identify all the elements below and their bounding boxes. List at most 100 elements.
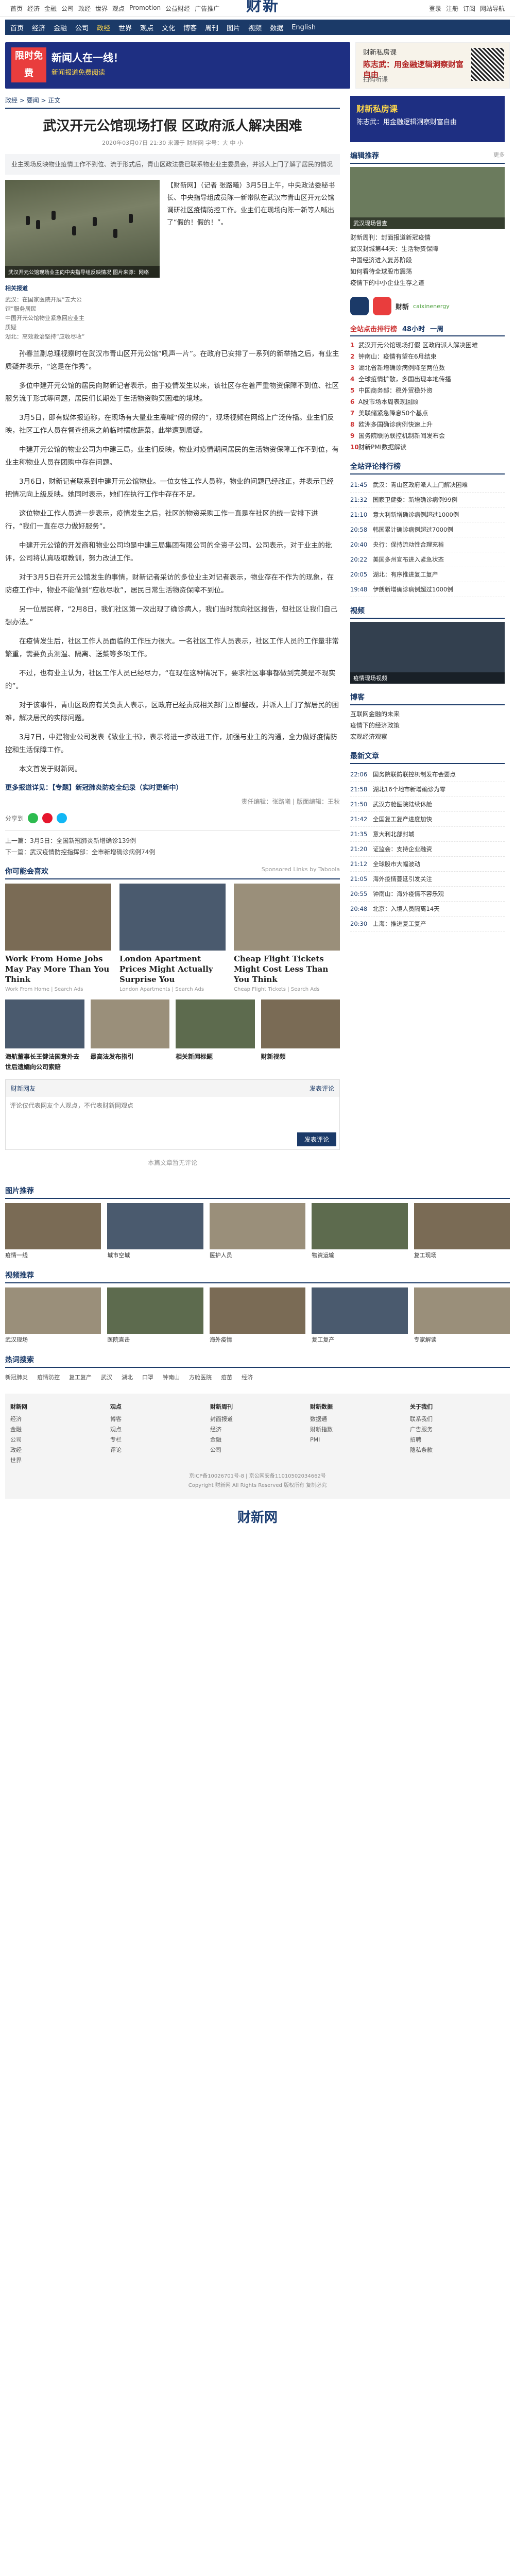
video-thumb[interactable]: 疫情现场视频 [350,622,505,684]
nav-item[interactable]: 金融 [54,23,67,32]
hot-word[interactable]: 复工复产 [69,1372,92,1383]
comment-header-right[interactable]: 发表评论 [310,1084,334,1093]
video-title[interactable]: 武汉现场 [5,1336,101,1344]
editor-pick-item[interactable]: 如何看待全球股市震荡 [350,266,505,277]
timeline-title[interactable]: 国家卫健委：新增确诊病例99例 [373,495,457,505]
blog-item[interactable]: 互联网金融的未来 [350,708,505,720]
top-link[interactable]: 观点 [112,4,125,13]
photo-item[interactable]: 城市空城 [107,1203,203,1260]
hot-item[interactable]: 5 中国商务部：稳外贸稳外资 [350,385,505,396]
wechat-icon[interactable] [28,813,39,823]
latest-item[interactable]: 20:48 北京：入境人员隔离14天 [350,902,505,917]
top-right-link[interactable]: 登录 [429,4,441,13]
nav-item[interactable]: 世界 [118,23,132,32]
blog-item[interactable]: 宏观经济观察 [350,731,505,742]
nav-item[interactable]: 博客 [183,23,197,32]
latest-title[interactable]: 意大利北部封城 [373,829,415,839]
latest-title[interactable]: 钟南山：海外疫情不容乐观 [373,889,444,899]
timeline-item[interactable]: 21:10 意大利新增确诊病例超过1000例 [350,507,505,522]
hot-word[interactable]: 疫情防控 [37,1372,60,1383]
latest-item[interactable]: 21:20 证监会：支持企业融资 [350,842,505,857]
editor-pick-item[interactable]: 武汉封城第44天：生活物资保障 [350,243,505,255]
nav-item[interactable]: 图片 [227,23,240,32]
timeline-title[interactable]: 意大利新增确诊病例超过1000例 [373,510,459,520]
timeline-title[interactable]: 韩国累计确诊病例超过7000例 [373,524,453,535]
footer-link[interactable]: 招聘 [410,1435,505,1445]
related-link[interactable]: 武汉：在国家医院开展“五大公馆”服务居民 [5,295,88,314]
top-link[interactable]: 政经 [78,4,91,13]
nav-item[interactable]: 周刊 [205,23,218,32]
video-title[interactable]: 复工复产 [312,1336,407,1344]
latest-item[interactable]: 21:35 意大利北部封城 [350,827,505,842]
recommend-card-small[interactable]: 相关新闻标题 [176,999,255,1072]
hot-item-title[interactable]: 全球疫情扩散，多国出现本地传播 [358,376,451,383]
video-item[interactable]: 海外疫情 [209,1287,306,1344]
latest-item[interactable]: 22:06 国务院联防联控机制发布会要点 [350,767,505,782]
crumb-2[interactable]: 要闻 [27,97,39,104]
hot-item[interactable]: 1 武汉开元公馆现场打假 区政府派人解决困难 [350,340,505,351]
hot-word[interactable]: 疫苗 [221,1372,232,1383]
hot-item-title[interactable]: 中国商务部：稳外贸稳外资 [358,387,433,394]
photo-title[interactable]: 疫情一线 [5,1251,101,1260]
hot-item[interactable]: 10财新PMI数据解读 [350,442,505,453]
latest-item[interactable]: 21:05 海外疫情蔓延引发关注 [350,872,505,887]
video-title[interactable]: 医院直击 [107,1336,203,1344]
recommend-title[interactable]: Work From Home Jobs May Pay More Than Yo… [5,954,111,985]
latest-title[interactable]: 国务院联防联控机制发布会要点 [373,769,456,779]
recommend-card-small[interactable]: 最高法发布指引 [90,999,170,1072]
editor-pick-image[interactable]: 武汉现场督查 [350,167,505,229]
timeline-item[interactable]: 20:05 湖北：有序推进复工复产 [350,567,505,582]
photo-item[interactable]: 疫情一线 [5,1203,101,1260]
footer-link[interactable]: 公司 [210,1445,305,1455]
editor-pick-item[interactable]: 财新周刊：封面报道新冠疫情 [350,232,505,243]
latest-title[interactable]: 北京：入境人员隔离14天 [373,904,440,914]
nav-item[interactable]: English [291,24,316,31]
hot-word[interactable]: 钟南山 [163,1372,180,1383]
hot-item-title[interactable]: 武汉开元公馆现场打假 区政府派人解决困难 [358,342,478,349]
comment-input[interactable] [6,1097,339,1128]
footer-link[interactable]: PMI [310,1435,405,1445]
top-link[interactable]: 首页 [10,4,23,13]
photo-item[interactable]: 复工现场 [414,1203,510,1260]
hot-item-title[interactable]: A股市场本周表现回顾 [358,398,418,405]
timeline-item[interactable]: 20:40 央行：保持流动性合理充裕 [350,537,505,552]
footer-link[interactable]: 经济 [10,1414,105,1425]
crumb-1[interactable]: 政经 [5,97,18,104]
nav-item[interactable]: 经济 [32,23,45,32]
photo-title[interactable]: 复工现场 [414,1251,510,1260]
recommend-title[interactable]: 最高法发布指引 [91,1052,170,1062]
nav-item[interactable]: 视频 [248,23,262,32]
footer-link[interactable]: 博客 [110,1414,205,1425]
timeline-item[interactable]: 20:22 美国多州宣布进入紧急状态 [350,552,505,567]
timeline-item[interactable]: 20:58 韩国累计确诊病例超过7000例 [350,522,505,537]
top-link[interactable]: 公益财经 [165,4,190,13]
submit-comment-button[interactable]: 发表评论 [297,1132,336,1146]
footer-link[interactable]: 联系我们 [410,1414,505,1425]
footer-link[interactable]: 金融 [210,1435,305,1445]
footer-link[interactable]: 世界 [10,1455,105,1466]
timeline-title[interactable]: 伊朗新增确诊病例超过1000例 [373,584,453,595]
footer-link[interactable]: 政经 [10,1445,105,1455]
latest-item[interactable]: 20:55 钟南山：海外疫情不容乐观 [350,887,505,902]
top-right-link[interactable]: 订阅 [463,4,475,13]
hot-item-title[interactable]: 钟南山：疫情有望在6月结束 [358,353,437,360]
ad-course[interactable]: 财新私房课 陈志武：用金融逻辑洞察财富自由 扫码听课 [355,42,510,89]
recommend-card[interactable]: London Apartment Prices Might Actually S… [119,884,226,992]
recommend-title[interactable]: 海航董事长王健法国意外去世后遗孀向公司索赔 [5,1052,84,1072]
photo-title[interactable]: 城市空城 [107,1251,203,1260]
weibo-icon[interactable] [42,813,53,823]
timeline-title[interactable]: 美国多州宣布进入紧急状态 [373,554,444,565]
video-item[interactable]: 武汉现场 [5,1287,101,1344]
related-link[interactable]: 中国开元公馆物业紧急回应业主质疑 [5,314,88,332]
blog-item[interactable]: 疫情下的经济政策 [350,720,505,731]
top-link[interactable]: Promotion [129,4,161,13]
right-ad[interactable]: 财新私房课 陈志武：用金融逻辑洞察财富自由 [350,96,505,142]
latest-title[interactable]: 证监会：支持企业融资 [373,844,432,854]
latest-item[interactable]: 21:42 全国复工复产进度加快 [350,812,505,827]
photo-item[interactable]: 医护人员 [209,1203,306,1260]
hot-item[interactable]: 9 国务院联防联控机制新闻发布会 [350,430,505,442]
recommend-card-small[interactable]: 财新视频 [261,999,340,1072]
hot-item[interactable]: 8 欧洲多国确诊病例快速上升 [350,419,505,430]
footer-link[interactable]: 财新指数 [310,1425,405,1435]
hot-item-title[interactable]: 美联储紧急降息50个基点 [358,410,428,417]
